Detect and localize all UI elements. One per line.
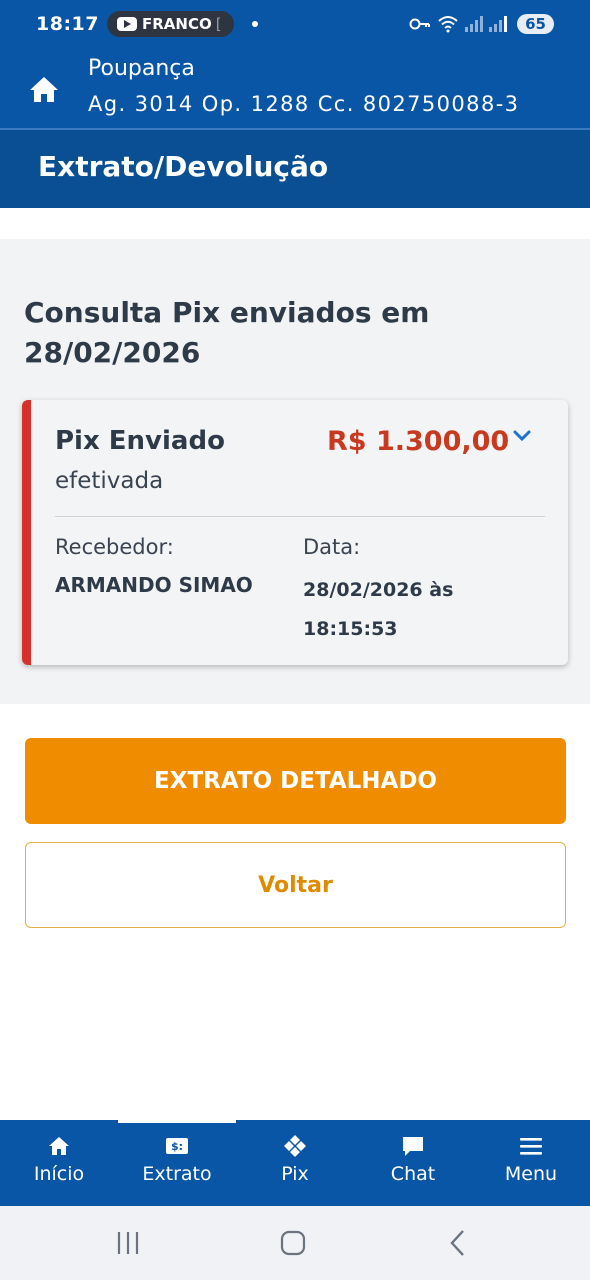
status-bar: 18:17 FRANCO [ 65 xyxy=(0,0,590,48)
system-nav xyxy=(0,1206,590,1280)
back-arrow-icon[interactable] xyxy=(444,1228,474,1258)
signal-2-icon xyxy=(489,16,508,32)
nav-label: Início xyxy=(33,1163,85,1185)
nav-label: Chat xyxy=(390,1163,436,1185)
key-icon xyxy=(409,18,431,30)
detailed-statement-button[interactable]: EXTRATO DETALHADO xyxy=(25,738,566,824)
nav-item-extrato[interactable]: $: Extrato xyxy=(118,1120,236,1206)
svg-text:$:: $: xyxy=(171,1140,183,1153)
nav-label: Menu xyxy=(504,1163,558,1185)
chevron-down-icon[interactable] xyxy=(512,428,532,444)
transaction-amount: R$ 1.300,00 xyxy=(327,426,510,457)
wifi-icon xyxy=(438,16,458,33)
notification-suffix: [ xyxy=(215,15,222,33)
receiver-name: ARMANDO SIMAO xyxy=(55,573,253,597)
status-icons: 65 xyxy=(409,14,554,34)
statement-icon: $: xyxy=(166,1138,188,1154)
nav-item-chat[interactable]: Chat xyxy=(354,1120,472,1206)
nav-item-inicio[interactable]: Início xyxy=(0,1120,118,1206)
back-button[interactable]: Voltar xyxy=(25,842,566,928)
query-heading: Consulta Pix enviados em 28/02/2026 xyxy=(24,296,430,369)
menu-icon xyxy=(520,1138,542,1155)
notification-label: FRANCO xyxy=(141,15,212,33)
bottom-nav: Início $: Extrato Pix Chat Menu xyxy=(0,1120,590,1206)
date-label: Data: xyxy=(303,535,361,559)
transaction-status: efetivada xyxy=(55,468,164,494)
nav-label: Pix xyxy=(281,1163,309,1185)
notification-dot-icon xyxy=(251,21,258,27)
nav-label: Extrato xyxy=(142,1163,212,1185)
account-header: Poupança Ag. 3014 Op. 1288 Cc. 802750088… xyxy=(0,48,590,128)
home-icon[interactable] xyxy=(27,72,61,106)
date-value: 28/02/2026 às 18:15:53 xyxy=(303,579,454,640)
card-accent xyxy=(22,400,31,665)
battery-indicator: 65 xyxy=(517,14,554,34)
account-details: Ag. 3014 Op. 1288 Cc. 802750088-3 xyxy=(88,92,520,116)
home-icon xyxy=(49,1137,69,1155)
account-type: Poupança xyxy=(88,56,195,81)
title-bar: Extrato/Devolução xyxy=(0,128,590,208)
page-title: Extrato/Devolução xyxy=(38,150,329,183)
recent-apps-icon[interactable] xyxy=(113,1228,143,1258)
notification-pill[interactable]: FRANCO [ xyxy=(106,11,234,37)
nav-item-pix[interactable]: Pix xyxy=(236,1120,354,1206)
chat-icon xyxy=(403,1137,423,1156)
card-divider xyxy=(55,516,545,517)
transaction-type: Pix Enviado xyxy=(55,426,225,456)
pix-icon xyxy=(284,1135,306,1157)
youtube-icon xyxy=(116,17,137,31)
signal-1-icon xyxy=(465,16,484,32)
home-button-icon[interactable] xyxy=(278,1228,308,1258)
nav-item-menu[interactable]: Menu xyxy=(472,1120,590,1206)
receiver-label: Recebedor: xyxy=(55,535,174,559)
status-time: 18:17 xyxy=(36,13,99,35)
content-area: Consulta Pix enviados em 28/02/2026 Pix … xyxy=(0,239,590,704)
transaction-card[interactable]: Pix Enviado efetivada R$ 1.300,00 Recebe… xyxy=(22,400,568,665)
